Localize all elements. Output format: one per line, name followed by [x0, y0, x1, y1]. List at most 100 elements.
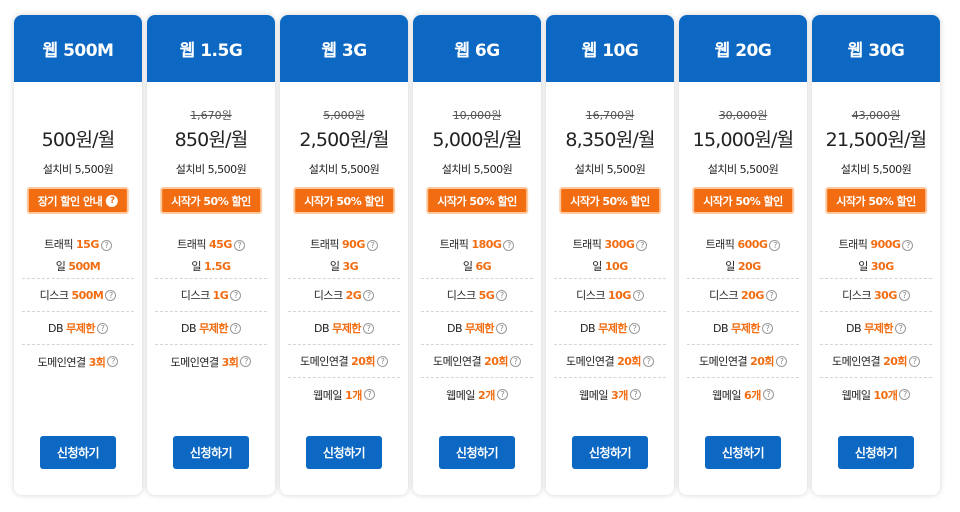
- original-price: 43,000원: [851, 109, 901, 122]
- db-value: 무제한: [199, 322, 228, 335]
- daily-traffic-label: 일: [191, 260, 202, 273]
- plan-card: 웹 500M 500원/월 설치비 5,500원 장기 할인 안내? 트래픽 15G?…: [14, 15, 142, 495]
- feature-domain: 도메인연결 20회?: [421, 345, 533, 378]
- help-icon[interactable]: ?: [100, 239, 112, 251]
- daily-traffic-value: 30G: [870, 260, 894, 273]
- feature-disk: 디스크 500M?: [22, 279, 134, 312]
- help-icon[interactable]: ?: [510, 355, 522, 367]
- help-icon[interactable]: ?: [107, 356, 119, 367]
- help-icon[interactable]: ?: [898, 289, 910, 301]
- help-icon[interactable]: ?: [762, 389, 774, 400]
- webmail-label: 웹메일: [841, 388, 871, 402]
- traffic-label: 트래픽: [177, 238, 207, 251]
- disk-value: 1G: [212, 288, 229, 302]
- db-value: 무제한: [598, 322, 627, 335]
- apply-button[interactable]: 신청하기: [838, 436, 914, 469]
- domain-value: 20회: [351, 355, 376, 368]
- discount-badge[interactable]: 시작가 50% 할인: [825, 187, 927, 214]
- feature-domain: 도메인연결 20회?: [687, 345, 799, 378]
- discount-badge[interactable]: 시작가 50% 할인: [559, 187, 661, 214]
- setup-fee: 설치비 5,500원: [175, 163, 247, 176]
- discount-badge-label: 시작가 50% 할인: [836, 194, 916, 208]
- apply-button[interactable]: 신청하기: [572, 436, 648, 469]
- feature-db: DB 무제한?: [22, 312, 134, 345]
- help-icon[interactable]: ?: [894, 322, 906, 334]
- apply-button[interactable]: 신청하기: [705, 436, 781, 469]
- help-icon[interactable]: ?: [233, 239, 245, 251]
- help-icon[interactable]: ?: [362, 322, 374, 334]
- info-icon[interactable]: ?: [106, 194, 119, 207]
- help-icon[interactable]: ?: [761, 322, 773, 334]
- feature-list: 트래픽 45G? 일 1.5G 디스크 1G? DB 무제한? 도메인연결 3회?: [155, 232, 267, 378]
- monthly-price: 850원/월: [174, 129, 249, 151]
- traffic-label: 트래픽: [572, 238, 602, 251]
- help-icon[interactable]: ?: [899, 389, 911, 400]
- help-icon[interactable]: ?: [643, 355, 655, 367]
- original-price: 5,000원: [323, 109, 365, 122]
- disk-label: 디스크: [446, 289, 476, 302]
- help-icon[interactable]: ?: [629, 389, 641, 400]
- help-icon[interactable]: ?: [628, 322, 640, 334]
- daily-traffic-value: 10G: [604, 260, 628, 273]
- feature-traffic: 트래픽 180G? 일 6G: [421, 232, 533, 279]
- discount-badge[interactable]: 시작가 50% 할인: [293, 187, 395, 214]
- discount-badge[interactable]: 장기 할인 안내?: [26, 187, 130, 214]
- feature-traffic: 트래픽 600G? 일 20G: [687, 232, 799, 279]
- help-icon[interactable]: ?: [495, 322, 507, 334]
- discount-badge[interactable]: 시작가 50% 할인: [160, 187, 262, 214]
- help-icon[interactable]: ?: [902, 239, 914, 251]
- help-icon[interactable]: ?: [229, 322, 241, 334]
- disk-value: 20G: [741, 288, 764, 302]
- feature-traffic: 트래픽 900G? 일 30G: [820, 232, 932, 279]
- help-icon[interactable]: ?: [366, 239, 378, 251]
- help-icon[interactable]: ?: [909, 355, 921, 367]
- apply-button[interactable]: 신청하기: [306, 436, 382, 469]
- traffic-label: 트래픽: [310, 238, 340, 251]
- help-icon[interactable]: ?: [96, 322, 108, 334]
- domain-value: 20회: [617, 355, 642, 368]
- disk-value: 500M: [71, 288, 104, 302]
- webmail-label: 웹메일: [579, 388, 609, 402]
- db-label: DB: [447, 321, 463, 335]
- feature-disk: 디스크 20G?: [687, 279, 799, 312]
- disk-value: 30G: [874, 288, 897, 302]
- domain-value: 20회: [484, 355, 509, 368]
- webmail-value: 1개: [345, 388, 362, 402]
- traffic-value: 900G: [870, 238, 901, 251]
- help-icon[interactable]: ?: [769, 239, 781, 251]
- feature-list: 트래픽 300G? 일 10G 디스크 10G? DB 무제한? 도메인연결 20회…: [554, 232, 666, 411]
- help-icon[interactable]: ?: [632, 289, 644, 301]
- daily-traffic-label: 일: [858, 260, 868, 273]
- domain-value: 20회: [750, 355, 775, 368]
- feature-list: 트래픽 90G? 일 3G 디스크 2G? DB 무제한? 도메인연결 20회? 웹메…: [288, 232, 400, 411]
- help-icon[interactable]: ?: [230, 289, 242, 301]
- help-icon[interactable]: ?: [636, 239, 648, 251]
- feature-db: DB 무제한?: [554, 312, 666, 345]
- help-icon[interactable]: ?: [503, 239, 515, 251]
- help-icon[interactable]: ?: [105, 289, 117, 301]
- apply-button[interactable]: 신청하기: [40, 436, 116, 469]
- traffic-value: 300G: [604, 238, 635, 251]
- help-icon[interactable]: ?: [776, 355, 788, 367]
- discount-badge[interactable]: 시작가 50% 할인: [426, 187, 528, 214]
- domain-value: 3회: [221, 355, 239, 369]
- plan-list: 웹 500M 500원/월 설치비 5,500원 장기 할인 안내? 트래픽 15G?…: [14, 15, 940, 495]
- apply-button[interactable]: 신청하기: [439, 436, 515, 469]
- traffic-value: 600G: [737, 238, 768, 251]
- help-icon[interactable]: ?: [765, 289, 777, 301]
- plan-title: 웹 30G: [812, 15, 940, 82]
- apply-button[interactable]: 신청하기: [173, 436, 249, 469]
- feature-db: DB 무제한?: [288, 312, 400, 345]
- domain-label: 도메인연결: [299, 355, 349, 368]
- discount-badge-label: 시작가 50% 할인: [703, 194, 783, 208]
- discount-badge[interactable]: 시작가 50% 할인: [692, 187, 794, 214]
- help-icon[interactable]: ?: [240, 356, 252, 367]
- help-icon[interactable]: ?: [363, 289, 375, 301]
- feature-domain: 도메인연결 3회?: [22, 345, 134, 378]
- help-icon[interactable]: ?: [377, 355, 389, 367]
- help-icon[interactable]: ?: [496, 389, 508, 400]
- discount-badge-label: 시작가 50% 할인: [171, 194, 251, 208]
- help-icon[interactable]: ?: [363, 389, 375, 400]
- help-icon[interactable]: ?: [496, 289, 508, 301]
- feature-db: DB 무제한?: [820, 312, 932, 345]
